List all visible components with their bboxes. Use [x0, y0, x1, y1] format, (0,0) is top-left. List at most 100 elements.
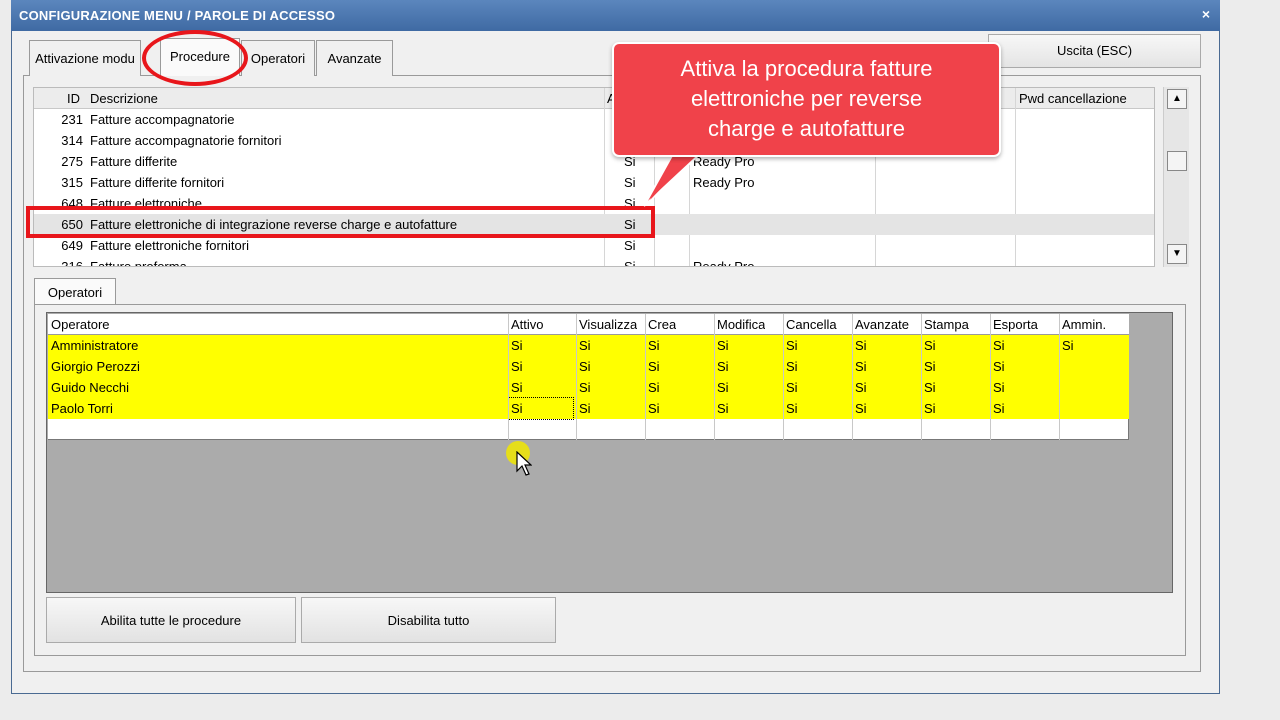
cell-desc: Fatture accompagnatorie [90, 112, 235, 127]
cell-a: Si [624, 259, 636, 267]
cell-permission[interactable]: Si [511, 377, 523, 398]
table-row[interactable]: 316 Fatture proforma Si Ready Pro [34, 256, 1154, 267]
close-icon[interactable]: × [1202, 6, 1210, 22]
header-avanzate: Avanzate [855, 317, 909, 332]
table-row[interactable]: 315 Fatture differite fornitori Si Ready… [34, 172, 1154, 193]
cell-a: Si [624, 175, 636, 190]
title-bar: CONFIGURAZIONE MENU / PAROLE DI ACCESSO … [11, 0, 1220, 31]
callout-line: elettroniche per reverse [690, 86, 923, 111]
cell-permission[interactable]: Si [579, 398, 591, 419]
enable-all-button[interactable]: Abilita tutte le procedure [46, 597, 296, 643]
cell-desc: Fatture elettroniche fornitori [90, 238, 249, 253]
tab-avanzate[interactable]: Avanzate [316, 40, 393, 76]
cell-x: Ready Pro [693, 259, 755, 267]
table-row[interactable]: Paolo Torri Si Si Si Si Si Si Si Si [48, 397, 1129, 420]
cell-permission[interactable]: Si [579, 356, 591, 377]
cell-permission[interactable]: Si [786, 356, 798, 377]
callout-tail [643, 150, 705, 207]
cell-desc: Fatture accompagnatorie fornitori [90, 133, 282, 148]
cell-permission[interactable]: Si [855, 398, 867, 419]
cell-operator-name: Amministratore [51, 338, 139, 353]
header-descrizione: Descrizione [90, 91, 158, 106]
cell-permission[interactable]: Si [511, 335, 523, 356]
cell-permission[interactable]: Si [993, 398, 1005, 419]
cell-permission[interactable]: Si [924, 356, 936, 377]
callout-line: Attiva la procedura fatture [680, 56, 933, 81]
tab-operatori-sub[interactable]: Operatori [34, 278, 116, 305]
cell-permission[interactable]: Si [508, 397, 574, 420]
header-visualizza: Visualizza [579, 317, 638, 332]
annotation-callout: Attiva la procedura fatture elettroniche… [612, 42, 1001, 157]
cell-permission[interactable]: Si [579, 377, 591, 398]
cell-permission[interactable]: Si [855, 335, 867, 356]
operators-grid[interactable]: Operatore Attivo Visualizza Crea Modifica Can… [46, 312, 1173, 593]
cell-permission[interactable]: Si [855, 377, 867, 398]
cell-permission[interactable]: Si [993, 335, 1005, 356]
cell-permission[interactable]: Si [717, 398, 729, 419]
cell-permission[interactable]: Si [786, 335, 798, 356]
tab-operatori[interactable]: Operatori [241, 40, 315, 76]
cell-permission[interactable]: Si [511, 356, 523, 377]
table-row[interactable]: Amministratore Si Si Si Si Si Si Si Si Si [48, 335, 1129, 356]
disable-all-button[interactable]: Disabilita tutto [301, 597, 556, 643]
cell-permission[interactable]: Si [648, 356, 660, 377]
cell-operator-name: Giorgio Perozzi [51, 359, 140, 374]
tab-label: Avanzate [327, 51, 382, 66]
tab-label: Operatori [250, 51, 306, 66]
header-id: ID [67, 91, 80, 106]
cell-permission[interactable]: Si [1062, 335, 1074, 356]
header-pwd-cancellazione: Pwd cancellazione [1019, 91, 1127, 106]
cell-permission[interactable]: Si [717, 335, 729, 356]
cell-desc: Fatture proforma [90, 259, 187, 267]
scroll-thumb[interactable] [1167, 151, 1187, 171]
window-title: CONFIGURAZIONE MENU / PAROLE DI ACCESSO [19, 8, 336, 23]
cell-id: 315 [61, 175, 83, 190]
mouse-cursor-icon [516, 451, 532, 476]
header-ammin: Ammin. [1062, 317, 1107, 332]
header-operatore: Operatore [51, 317, 110, 332]
cell-desc: Fatture differite fornitori [90, 175, 225, 190]
cell-id: 275 [61, 154, 83, 169]
cell-permission[interactable]: Si [648, 377, 660, 398]
row-highlight-annotation [26, 206, 655, 238]
cell-permission[interactable]: Si [786, 377, 798, 398]
header-esporta: Esporta [993, 317, 1038, 332]
cell-id: 314 [61, 133, 83, 148]
scroll-down-icon[interactable]: ▼ [1167, 244, 1187, 264]
operators-header: Operatore Attivo Visualizza Crea Modifica Can… [48, 314, 1129, 335]
scroll-up-icon[interactable]: ▲ [1167, 89, 1187, 109]
header-attivo: Attivo [511, 317, 544, 332]
cell-permission[interactable]: Si [855, 356, 867, 377]
cell-operator-name: Paolo Torri [51, 401, 113, 416]
table-row[interactable]: Giorgio Perozzi Si Si Si Si Si Si Si Si [48, 356, 1129, 377]
cell-desc: Fatture differite [90, 154, 178, 169]
cell-permission[interactable]: Si [924, 377, 936, 398]
exit-button[interactable]: Uscita (ESC) [988, 34, 1201, 68]
table-row[interactable]: Guido Necchi Si Si Si Si Si Si Si Si [48, 377, 1129, 398]
cell-id: 649 [61, 238, 83, 253]
header-stampa: Stampa [924, 317, 969, 332]
cell-permission[interactable]: Si [717, 377, 729, 398]
cell-permission[interactable]: Si [786, 398, 798, 419]
tab-circle-annotation [142, 30, 248, 86]
tab-label: Attivazione modu [35, 51, 135, 66]
cell-permission[interactable]: Si [648, 398, 660, 419]
cell-permission[interactable]: Si [924, 398, 936, 419]
cell-id: 316 [61, 259, 83, 267]
cell-permission[interactable]: Si [993, 356, 1005, 377]
header-modifica: Modifica [717, 317, 766, 332]
cell-a: Si [624, 238, 636, 253]
cell-operator-name: Guido Necchi [51, 380, 130, 395]
table-row[interactable]: 649 Fatture elettroniche fornitori Si [34, 235, 1154, 256]
cell-permission[interactable]: Si [993, 377, 1005, 398]
procedures-scrollbar[interactable]: ▲ ▼ [1163, 87, 1189, 267]
cell-permission[interactable]: Si [648, 335, 660, 356]
cell-permission[interactable]: Si [579, 335, 591, 356]
cell-id: 231 [61, 112, 83, 127]
tab-attivazione-moduli[interactable]: Attivazione modu [29, 40, 141, 76]
header-cancella: Cancella [786, 317, 837, 332]
cell-permission[interactable]: Si [717, 356, 729, 377]
cell-permission[interactable]: Si [924, 335, 936, 356]
header-crea: Crea [648, 317, 677, 332]
callout-line: charge e autofatture [708, 116, 905, 141]
